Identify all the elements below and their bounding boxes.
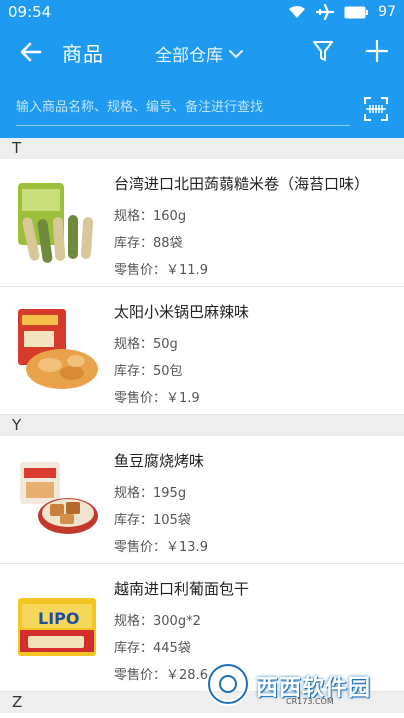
spec-value: 50g bbox=[153, 337, 178, 352]
product-price: 零售价：￥1.9 bbox=[114, 387, 200, 406]
price-value: ￥1.9 bbox=[166, 391, 200, 406]
product-name: 鱼豆腐烧烤味 bbox=[114, 452, 205, 470]
product-spec: 规格：50g bbox=[114, 333, 178, 352]
filter-icon bbox=[312, 39, 334, 67]
product-spec: 规格：160g bbox=[114, 205, 186, 224]
scan-barcode-icon bbox=[364, 97, 388, 125]
status-time: 09:54 bbox=[8, 3, 52, 21]
product-name: 太阳小米锅巴麻辣味 bbox=[114, 303, 250, 321]
price-value: ￥11.9 bbox=[166, 263, 208, 278]
plus-icon bbox=[365, 39, 389, 66]
product-thumbnail bbox=[14, 307, 100, 393]
spec-label: 规格： bbox=[114, 486, 154, 501]
brand-text: LIPO bbox=[38, 609, 79, 628]
chevron-down-icon bbox=[229, 44, 243, 64]
spec-value: 160g bbox=[153, 209, 187, 224]
search-input[interactable] bbox=[16, 90, 350, 126]
spec-label: 规格： bbox=[114, 209, 154, 224]
spec-value: 195g bbox=[153, 486, 187, 501]
battery-icon bbox=[344, 6, 369, 19]
product-price: 零售价：￥11.9 bbox=[114, 259, 208, 278]
battery-level: 97 bbox=[378, 4, 396, 20]
product-name: 台湾进口北田蒟蒻糙米卷（海苔口味） bbox=[114, 175, 370, 193]
product-thumbnail bbox=[14, 179, 100, 265]
price-value: ￥28.6 bbox=[166, 668, 208, 683]
page-title: 商品 bbox=[62, 42, 104, 66]
warehouse-dropdown[interactable]: 全部仓库 bbox=[155, 41, 243, 66]
product-price: 零售价：￥28.6 bbox=[114, 664, 208, 683]
warehouse-label: 全部仓库 bbox=[155, 46, 223, 66]
status-bar: 09:54 97 bbox=[0, 0, 404, 24]
price-label: 零售价： bbox=[114, 668, 167, 683]
search-bar bbox=[0, 82, 404, 138]
price-value: ￥13.9 bbox=[166, 540, 208, 555]
spec-label: 规格： bbox=[114, 337, 154, 352]
product-thumbnail bbox=[14, 456, 100, 542]
product-spec: 规格：195g bbox=[114, 482, 186, 501]
spec-value: 300g*2 bbox=[153, 614, 201, 629]
section-header-y: Y bbox=[0, 415, 404, 436]
watermark-logo-icon bbox=[206, 662, 250, 710]
stock-value: 50包 bbox=[153, 364, 183, 379]
product-item[interactable]: 太阳小米锅巴麻辣味 规格：50g 库存：50包 零售价：￥1.9 bbox=[0, 287, 404, 415]
product-item[interactable]: 台湾进口北田蒟蒻糙米卷（海苔口味） 规格：160g 库存：88袋 零售价：￥11… bbox=[0, 159, 404, 287]
app-bar: 商品 全部仓库 bbox=[0, 24, 404, 82]
add-button[interactable] bbox=[364, 39, 390, 67]
airplane-icon bbox=[316, 4, 335, 20]
arrow-left-icon bbox=[20, 42, 42, 66]
back-button[interactable] bbox=[16, 39, 46, 69]
product-stock: 库存：105袋 bbox=[114, 509, 191, 528]
stock-label: 库存： bbox=[114, 641, 154, 656]
product-price: 零售价：￥13.9 bbox=[114, 536, 208, 555]
section-header-t: T bbox=[0, 138, 404, 159]
filter-button[interactable] bbox=[310, 39, 336, 67]
product-item[interactable]: 鱼豆腐烧烤味 规格：195g 库存：105袋 零售价：￥13.9 bbox=[0, 436, 404, 564]
product-thumbnail: LIPO bbox=[14, 584, 100, 670]
stock-value: 105袋 bbox=[153, 513, 191, 528]
product-spec: 规格：300g*2 bbox=[114, 610, 201, 629]
stock-label: 库存： bbox=[114, 236, 154, 251]
product-stock: 库存：50包 bbox=[114, 360, 183, 379]
price-label: 零售价： bbox=[114, 391, 167, 406]
price-label: 零售价： bbox=[114, 263, 167, 278]
wifi-icon bbox=[288, 5, 306, 19]
stock-value: 88袋 bbox=[153, 236, 183, 251]
product-name: 越南进口利葡面包干 bbox=[114, 580, 250, 598]
product-list[interactable]: T 台湾进口北田蒟蒻糙米卷（海苔口味） 规格：160g 库存：88袋 零售价：￥… bbox=[0, 138, 404, 718]
stock-label: 库存： bbox=[114, 513, 154, 528]
stock-value: 445袋 bbox=[153, 641, 191, 656]
watermark-url: CR173.COM bbox=[286, 697, 334, 706]
spec-label: 规格： bbox=[114, 614, 154, 629]
product-stock: 库存：445袋 bbox=[114, 637, 191, 656]
price-label: 零售价： bbox=[114, 540, 167, 555]
product-stock: 库存：88袋 bbox=[114, 232, 183, 251]
watermark: 西西软件园 CR173.COM bbox=[206, 662, 396, 710]
scan-button[interactable] bbox=[364, 97, 388, 121]
stock-label: 库存： bbox=[114, 364, 154, 379]
